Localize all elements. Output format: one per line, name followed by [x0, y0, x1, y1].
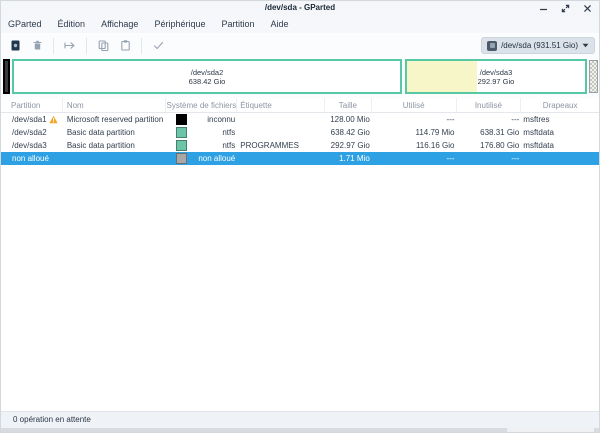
- apply-check-icon: [152, 39, 165, 52]
- menu-gparted[interactable]: GParted: [8, 15, 50, 33]
- row-unused: 638.31 Gio: [457, 126, 522, 139]
- header-nom: Nom: [63, 98, 167, 112]
- partition-table: Partition Nom Système de fichiers Étique…: [1, 98, 599, 411]
- row-size: 292.97 Gio: [325, 139, 372, 152]
- paste-button[interactable]: [114, 35, 136, 57]
- bottom-edge-highlight: [507, 428, 594, 432]
- new-partition-button[interactable]: [4, 35, 26, 57]
- diskbar-sda2-label: /dev/sda2 638.42 Gio: [14, 61, 400, 92]
- header-drapeaux: Drapeaux: [521, 98, 599, 112]
- filesystem-color-swatch: [176, 127, 187, 138]
- header-filesystem: Système de fichiers: [166, 98, 237, 112]
- table-row[interactable]: /dev/sda2 Basic data partition ntfs 638.…: [1, 126, 599, 139]
- disk-visual-bar: /dev/sda2 638.42 Gio /dev/sda3 292.97 Gi…: [1, 58, 599, 98]
- menu-bar: GParted Édition Affichage Périphérique P…: [1, 15, 599, 33]
- device-selector[interactable]: /dev/sda (931.51 Gio): [481, 37, 595, 54]
- warning-icon: [49, 115, 58, 124]
- copy-button[interactable]: [92, 35, 114, 57]
- menu-aide[interactable]: Aide: [263, 15, 297, 33]
- diskbar-segment-sda3[interactable]: /dev/sda3 292.97 Gio: [405, 59, 587, 94]
- trash-icon: [31, 39, 44, 52]
- row-filesystem: inconnu: [207, 115, 235, 124]
- row-flags: msftdata: [521, 139, 599, 152]
- hard-drive-icon: [487, 41, 497, 51]
- header-partition: Partition: [1, 98, 63, 112]
- minimize-button[interactable]: [536, 1, 551, 15]
- row-name: Basic data partition: [63, 126, 167, 139]
- toolbar-separator: [53, 38, 54, 54]
- menu-affichage[interactable]: Affichage: [93, 15, 146, 33]
- close-icon: [583, 4, 592, 13]
- pending-operations-text: 0 opération en attente: [13, 415, 91, 424]
- row-partition: non alloué: [12, 152, 49, 165]
- menu-edition[interactable]: Édition: [50, 15, 94, 33]
- copy-icon: [97, 39, 110, 52]
- header-utilise: Utilisé: [372, 98, 457, 112]
- row-partition: /dev/sda3: [12, 139, 47, 152]
- row-filesystem: ntfs: [222, 141, 235, 150]
- restore-icon: [561, 4, 570, 13]
- row-unused: ---: [457, 113, 522, 126]
- chevron-down-icon: [582, 43, 589, 48]
- diskbar-sda3-size: 292.97 Gio: [478, 77, 515, 86]
- table-row-selected[interactable]: non alloué non alloué 1.71 Mio --- ---: [1, 152, 599, 165]
- row-label: PROGRAMMES: [237, 139, 325, 152]
- row-unused: ---: [457, 152, 522, 165]
- row-used: 116.16 Gio: [372, 139, 457, 152]
- row-used: ---: [372, 152, 457, 165]
- window-controls: [529, 1, 595, 15]
- resize-move-icon: [63, 39, 77, 52]
- filesystem-color-swatch: [176, 153, 187, 164]
- row-name: Microsoft reserved partition: [63, 113, 167, 126]
- row-filesystem: ntfs: [222, 128, 235, 137]
- diskbar-sda3-label: /dev/sda3 292.97 Gio: [407, 61, 585, 92]
- row-size: 1.71 Mio: [325, 152, 372, 165]
- row-size: 638.42 Gio: [325, 126, 372, 139]
- row-size: 128.00 Mio: [325, 113, 372, 126]
- gparted-window: /dev/sda - GParted GParted Édition Affic…: [0, 0, 600, 433]
- row-unused: 176.80 Gio: [457, 139, 522, 152]
- header-taille: Taille: [325, 98, 372, 112]
- device-selector-value: /dev/sda (931.51 Gio): [501, 41, 578, 50]
- apply-button[interactable]: [147, 35, 169, 57]
- toolbar: /dev/sda (931.51 Gio): [1, 33, 599, 58]
- restore-button[interactable]: [558, 1, 573, 15]
- filesystem-color-swatch: [176, 114, 187, 125]
- close-button[interactable]: [580, 1, 595, 15]
- title-bar: /dev/sda - GParted: [1, 1, 599, 15]
- delete-partition-button[interactable]: [26, 35, 48, 57]
- menu-peripherique[interactable]: Périphérique: [146, 15, 213, 33]
- status-bar: 0 opération en attente: [1, 411, 599, 428]
- row-used: 114.79 Mio: [372, 126, 457, 139]
- window-title: /dev/sda - GParted: [1, 1, 599, 15]
- minimize-icon: [539, 4, 548, 13]
- resize-move-button[interactable]: [59, 35, 81, 57]
- diskbar-segment-sda2[interactable]: /dev/sda2 638.42 Gio: [12, 59, 402, 94]
- header-inutilise: Inutilisé: [457, 98, 522, 112]
- new-partition-icon: [9, 39, 22, 52]
- toolbar-separator: [141, 38, 142, 54]
- table-header: Partition Nom Système de fichiers Étique…: [1, 98, 599, 113]
- diskbar-segment-sda1[interactable]: [3, 59, 10, 94]
- filesystem-color-swatch: [176, 140, 187, 151]
- row-partition: /dev/sda2: [12, 126, 47, 139]
- row-flags: msftdata: [521, 126, 599, 139]
- row-partition: /dev/sda1: [12, 113, 47, 126]
- diskbar-sda2-size: 638.42 Gio: [189, 77, 226, 86]
- menu-partition[interactable]: Partition: [213, 15, 262, 33]
- row-filesystem: non alloué: [198, 154, 235, 163]
- window-bottom-edge: [1, 428, 599, 432]
- row-used: ---: [372, 113, 457, 126]
- diskbar-segment-unallocated[interactable]: [589, 60, 598, 93]
- paste-icon: [119, 39, 132, 52]
- diskbar-sda3-name: /dev/sda3: [480, 68, 513, 77]
- row-name: Basic data partition: [63, 139, 167, 152]
- table-row[interactable]: /dev/sda3 Basic data partition ntfs PROG…: [1, 139, 599, 152]
- toolbar-separator: [86, 38, 87, 54]
- table-empty-area: [1, 165, 599, 411]
- diskbar-sda2-name: /dev/sda2: [191, 68, 224, 77]
- table-row[interactable]: /dev/sda1 Microsoft reserved partition i…: [1, 113, 599, 126]
- header-etiquette: Étiquette: [237, 98, 325, 112]
- row-flags: msftres: [521, 113, 599, 126]
